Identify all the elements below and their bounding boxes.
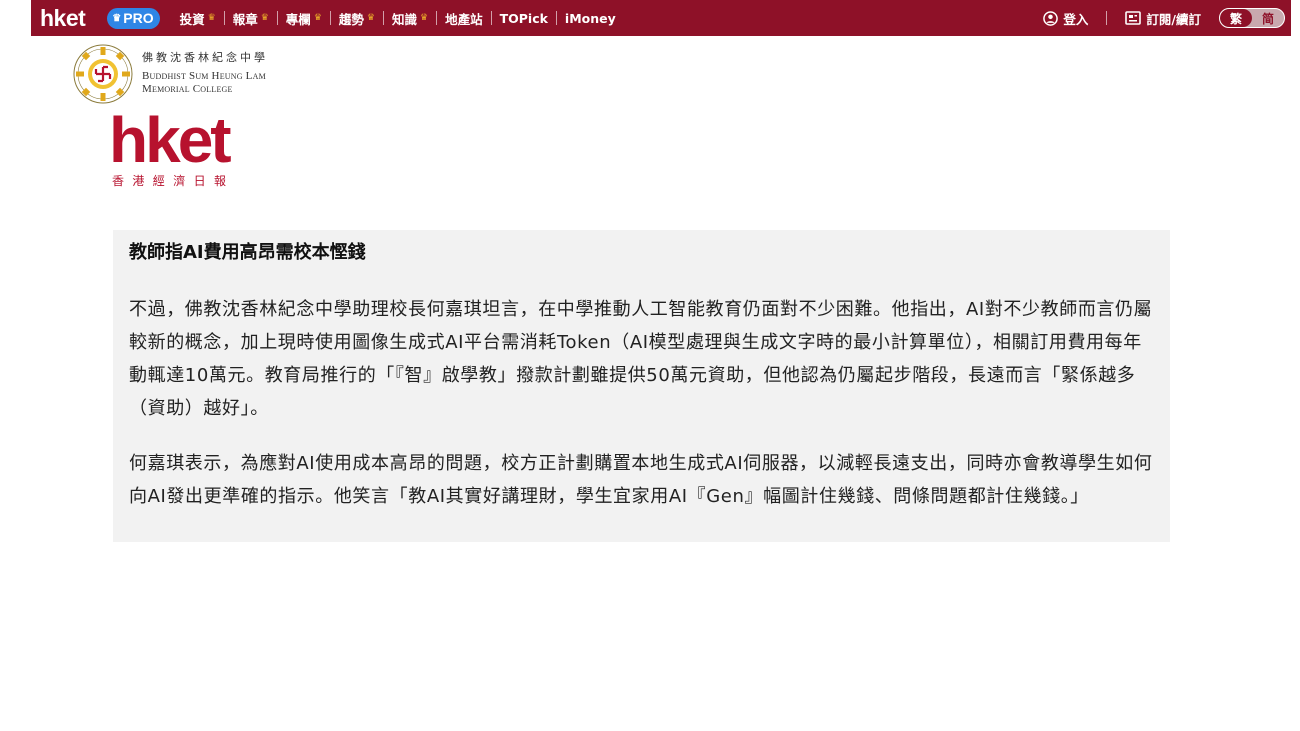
nav-item-label: 報章 <box>232 11 258 27</box>
account-divider <box>1106 11 1108 25</box>
hket-home-link[interactable]: hket <box>40 5 86 32</box>
article-paragraph: 何嘉琪表示，為應對AI使用成本高昂的問題，校方正計劃購置本地生成式AI伺服器，以… <box>129 453 1153 507</box>
crown-icon: ♛ <box>112 12 122 24</box>
school-logo: 佛教沈香林紀念中學 Buddhist Sum Heung Lam Memoria… <box>72 40 268 108</box>
nav-item-label: 地產站 <box>445 11 483 27</box>
account-area: 登入 訂閱/續訂 繁 简 <box>1043 8 1285 28</box>
newspaper-icon <box>1125 11 1142 25</box>
hket-logo: hket 香港經濟日報 <box>109 108 234 189</box>
article-heading: 教師指AI費用高昂需校本慳錢 <box>129 242 366 263</box>
article-excerpt: 教師指AI費用高昂需校本慳錢 不過，佛教沈香林紀念中學助理校長何嘉琪坦言，在中學… <box>113 230 1170 542</box>
school-name: 佛教沈香林紀念中學 Buddhist Sum Heung Lam Memoria… <box>142 49 268 96</box>
page: hket ♛ PRO 投資 ♛ 報章 ♛ 專欄 ♛ 趨勢 ♛ 知識 ♛ 地產站 … <box>0 0 1300 731</box>
nav-item-knowledge[interactable]: 知識 ♛ <box>384 9 436 28</box>
nav-item-label: 趨勢 <box>338 11 364 27</box>
nav-item-label: 專欄 <box>285 11 311 27</box>
nav-item-imoney[interactable]: iMoney <box>557 11 624 26</box>
school-seal-icon <box>73 44 133 104</box>
school-name-zh: 佛教沈香林紀念中學 <box>142 50 268 64</box>
pro-label: PRO <box>123 10 154 26</box>
school-name-en-line1: Buddhist Sum Heung Lam <box>142 69 266 82</box>
top-nav-bar: hket ♛ PRO 投資 ♛ 報章 ♛ 專欄 ♛ 趨勢 ♛ 知識 ♛ 地產站 … <box>31 0 1291 36</box>
pro-button[interactable]: ♛ PRO <box>107 7 160 29</box>
nav-item-label: TOPick <box>499 10 548 26</box>
nav-item-property[interactable]: 地產站 <box>437 9 491 28</box>
lang-simplified-option[interactable]: 简 <box>1252 9 1284 27</box>
subscribe-link[interactable]: 訂閱/續訂 <box>1125 9 1201 28</box>
subscribe-label: 訂閱/續訂 <box>1146 11 1201 27</box>
nav-item-label: 知識 <box>391 11 417 27</box>
hket-logo-word: hket <box>109 104 232 176</box>
hket-logo-subtitle: 香港經濟日報 <box>112 174 235 188</box>
nav-item-newspaper[interactable]: 報章 ♛ <box>225 9 277 28</box>
login-link[interactable]: 登入 <box>1043 9 1088 28</box>
premium-crown-icon: ♛ <box>260 13 269 23</box>
nav-item-column[interactable]: 專欄 ♛ <box>278 9 330 28</box>
nav-item-investment[interactable]: 投資 ♛ <box>172 9 224 28</box>
user-icon <box>1043 10 1059 26</box>
main-nav: 投資 ♛ 報章 ♛ 專欄 ♛ 趨勢 ♛ 知識 ♛ 地產站 TOPick iMon… <box>172 9 624 28</box>
premium-crown-icon: ♛ <box>420 13 429 23</box>
article-paragraph: 不過，佛教沈香林紀念中學助理校長何嘉琪坦言，在中學推動人工智能教育仍面對不少困難… <box>129 299 1153 419</box>
premium-crown-icon: ♛ <box>366 13 375 23</box>
nav-item-label: 投資 <box>179 11 205 27</box>
lang-traditional-option[interactable]: 繁 <box>1220 9 1252 27</box>
premium-crown-icon: ♛ <box>313 13 322 23</box>
nav-item-label: iMoney <box>564 10 616 26</box>
login-label: 登入 <box>1063 11 1089 27</box>
premium-crown-icon: ♛ <box>207 13 216 23</box>
nav-item-trends[interactable]: 趨勢 ♛ <box>331 9 383 28</box>
language-toggle[interactable]: 繁 简 <box>1219 8 1285 28</box>
school-name-en-line2: Memorial College <box>142 82 233 95</box>
nav-item-topick[interactable]: TOPick <box>492 11 556 26</box>
